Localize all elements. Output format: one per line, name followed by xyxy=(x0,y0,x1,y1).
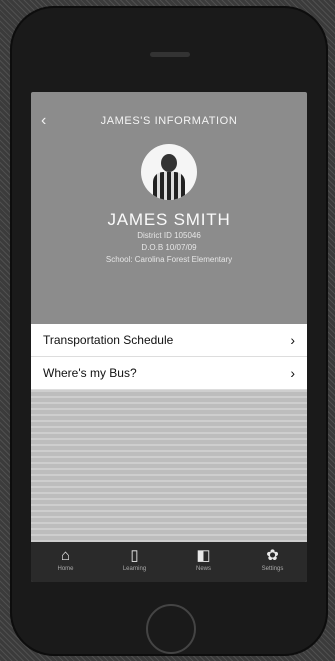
status-bar xyxy=(31,92,307,106)
tab-learning-label: Learning xyxy=(122,566,147,572)
home-button[interactable] xyxy=(146,604,196,654)
tab-settings-label: Settings xyxy=(261,566,284,572)
tab-news[interactable]: ◧ News xyxy=(169,542,238,582)
page-title: JAMES'S INFORMATION xyxy=(100,115,238,127)
student-name: JAMES SMITH xyxy=(107,210,231,229)
gear-icon: ✿ xyxy=(266,547,279,564)
tab-learning[interactable]: ▯ Learning xyxy=(100,542,169,582)
home-icon: ⌂ xyxy=(60,547,71,564)
avatar-head xyxy=(161,154,177,172)
chevron-right-icon: › xyxy=(290,365,295,381)
book-icon: ▯ xyxy=(130,547,139,564)
empty-content-area xyxy=(31,390,307,542)
district-id: District ID 105046 xyxy=(137,231,201,240)
header: ‹ JAMES'S INFORMATION xyxy=(31,106,307,140)
transportation-schedule-item[interactable]: Transportation Schedule › xyxy=(31,324,307,357)
phone-frame: ‹ JAMES'S INFORMATION JAMES SMITH Distri… xyxy=(10,6,328,656)
back-chevron-icon[interactable]: ‹ xyxy=(41,112,46,130)
school-name: School: Carolina Forest Elementary xyxy=(105,255,233,264)
profile-section: JAMES SMITH District ID 105046 D.O.B 10/… xyxy=(31,144,307,266)
date-of-birth: D.O.B 10/07/09 xyxy=(141,243,197,252)
speaker xyxy=(150,52,190,57)
avatar-body xyxy=(153,172,185,200)
app-screen: ‹ JAMES'S INFORMATION JAMES SMITH Distri… xyxy=(31,92,307,582)
menu-list: Transportation Schedule › Where's my Bus… xyxy=(31,324,307,390)
chevron-right-icon: › xyxy=(290,332,295,348)
transportation-schedule-label: Transportation Schedule xyxy=(43,333,174,347)
bottom-tab-bar: ⌂ Home ▯ Learning ◧ News ✿ Settings xyxy=(31,542,307,582)
tab-news-label: News xyxy=(195,566,211,572)
bookmark-icon: ◧ xyxy=(196,547,211,564)
wheres-my-bus-label: Where's my Bus? xyxy=(43,366,137,380)
tab-home[interactable]: ⌂ Home xyxy=(31,542,100,582)
tab-settings[interactable]: ✿ Settings xyxy=(238,542,307,582)
avatar xyxy=(141,144,197,200)
tab-home-label: Home xyxy=(57,566,74,572)
wheres-my-bus-item[interactable]: Where's my Bus? › xyxy=(31,357,307,390)
